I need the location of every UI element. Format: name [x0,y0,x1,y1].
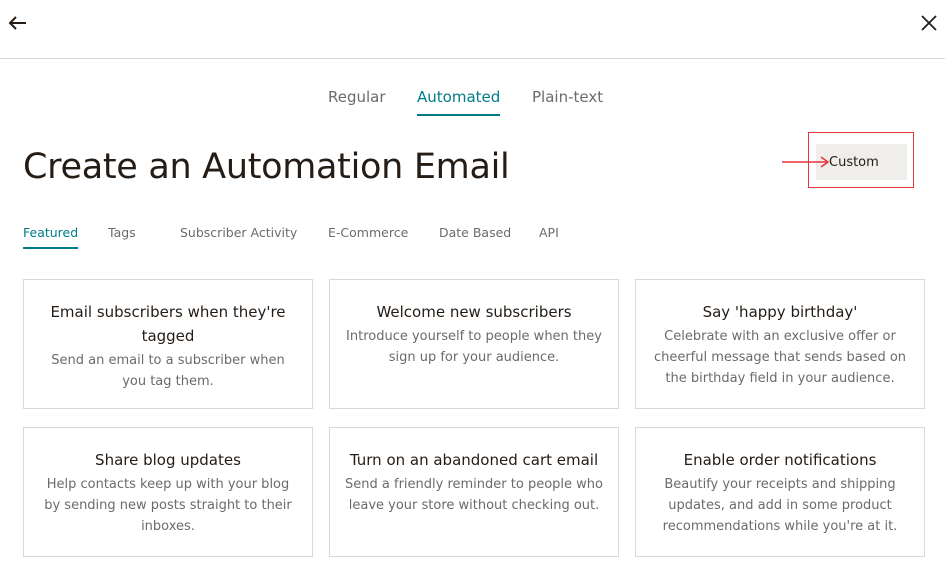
card-description: Send a friendly reminder to people who l… [345,477,603,513]
page-title: Create an Automation Email [23,147,510,187]
close-icon [921,15,937,31]
tab-automated[interactable]: Automated [417,86,501,116]
email-type-tabs: Regular Automated Plain-text [0,86,945,116]
card-description: Help contacts keep up with your blog by … [44,477,292,534]
card-blog-updates[interactable]: Share blog updates Help contacts keep up… [23,427,313,557]
top-bar [0,0,945,59]
card-title: Say 'happy birthday' [702,303,858,321]
card-title: Email subscribers when they're tagged [50,303,286,345]
card-order-notifications[interactable]: Enable order notifications Beautify your… [635,427,925,557]
tab-tags[interactable]: Tags [108,225,136,247]
close-button[interactable] [919,13,939,33]
card-welcome[interactable]: Welcome new subscribers Introduce yourse… [329,279,619,409]
tab-date-based[interactable]: Date Based [439,225,511,247]
tab-e-commerce[interactable]: E-Commerce [328,225,408,247]
card-title: Welcome new subscribers [376,303,572,321]
card-description: Beautify your receipts and shipping upda… [662,477,898,534]
card-title: Turn on an abandoned cart email [349,451,599,469]
card-description: Send an email to a subscriber when you t… [51,353,285,389]
tab-api[interactable]: API [539,225,559,247]
arrow-left-icon [8,16,26,30]
annotation-arrow-icon [782,156,830,168]
tab-regular[interactable]: Regular [328,86,386,114]
card-description: Celebrate with an exclusive offer or che… [653,329,907,386]
tab-featured[interactable]: Featured [23,225,79,249]
card-title: Enable order notifications [683,451,877,469]
card-description: Introduce yourself to people when they s… [346,329,602,365]
card-tagged[interactable]: Email subscribers when they're tagged Se… [23,279,313,409]
tab-plain-text[interactable]: Plain-text [532,86,603,114]
back-button[interactable] [7,12,29,34]
card-birthday[interactable]: Say 'happy birthday' Celebrate with an e… [635,279,925,409]
card-abandoned-cart[interactable]: Turn on an abandoned cart email Send a f… [329,427,619,557]
category-tabs: Featured Tags Subscriber Activity E-Comm… [0,225,945,251]
card-title: Share blog updates [95,451,241,469]
tab-subscriber-activity[interactable]: Subscriber Activity [180,225,297,247]
